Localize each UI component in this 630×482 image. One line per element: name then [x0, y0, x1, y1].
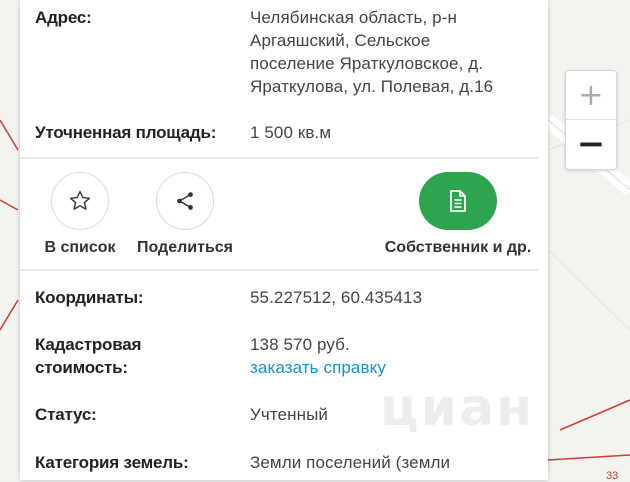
zoom-control: + −	[565, 70, 617, 170]
coordinates-label: Координаты:	[35, 288, 144, 307]
add-to-list-label: В список	[44, 239, 116, 256]
status-value: Учтенный	[250, 405, 328, 424]
address-line: Челябинская область, р-н	[250, 8, 457, 27]
favorite-circle	[51, 172, 109, 230]
document-icon	[450, 190, 466, 212]
label-line: Кадастровая	[35, 335, 142, 354]
address-line: поселение Яраткуловское, д.	[250, 54, 484, 73]
share-label: Поделиться	[136, 239, 234, 256]
share-icon	[177, 192, 193, 210]
owner-info-button[interactable]: Собственник и др.	[383, 172, 533, 257]
cadastral-value: 138 570 руб. заказать справку	[250, 333, 510, 379]
divider	[20, 157, 538, 159]
land-category-value: Земли поселений (земли	[250, 453, 451, 472]
status-label: Статус:	[35, 405, 97, 424]
map-plot-number: 33	[606, 470, 619, 482]
star-icon	[69, 190, 91, 210]
address-label: Адрес:	[35, 8, 92, 27]
area-label: Уточненная площадь:	[35, 123, 217, 142]
zoom-out-button[interactable]: −	[566, 120, 616, 168]
cadastral-value-label: Кадастровая стоимость:	[35, 333, 141, 379]
share-button[interactable]: Поделиться	[135, 172, 235, 257]
cadastral-amount: 138 570 руб.	[250, 335, 350, 354]
address-line: Яраткулова, ул. Полевая, д.16	[250, 77, 494, 96]
owner-info-pill	[419, 172, 497, 230]
owner-info-label: Собственник и др.	[384, 239, 532, 256]
coordinates-value: 55.227512, 60.435413	[250, 288, 423, 307]
divider	[20, 269, 538, 271]
order-certificate-link[interactable]: заказать справку	[250, 356, 510, 379]
zoom-in-button[interactable]: +	[566, 71, 616, 119]
land-category-label: Категория земель:	[35, 453, 189, 472]
address-value: Челябинская область, р-н Аргаяшский, Сел…	[250, 6, 510, 98]
add-to-list-button[interactable]: В список	[40, 172, 120, 257]
address-line: Аргаяшский, Сельское	[250, 31, 431, 50]
area-value: 1 500 кв.м	[250, 123, 332, 142]
plot-info-card: Адрес: Челябинская область, р-н Аргаяшск…	[20, 0, 548, 480]
share-circle	[156, 172, 214, 230]
label-line: стоимость:	[35, 358, 128, 377]
